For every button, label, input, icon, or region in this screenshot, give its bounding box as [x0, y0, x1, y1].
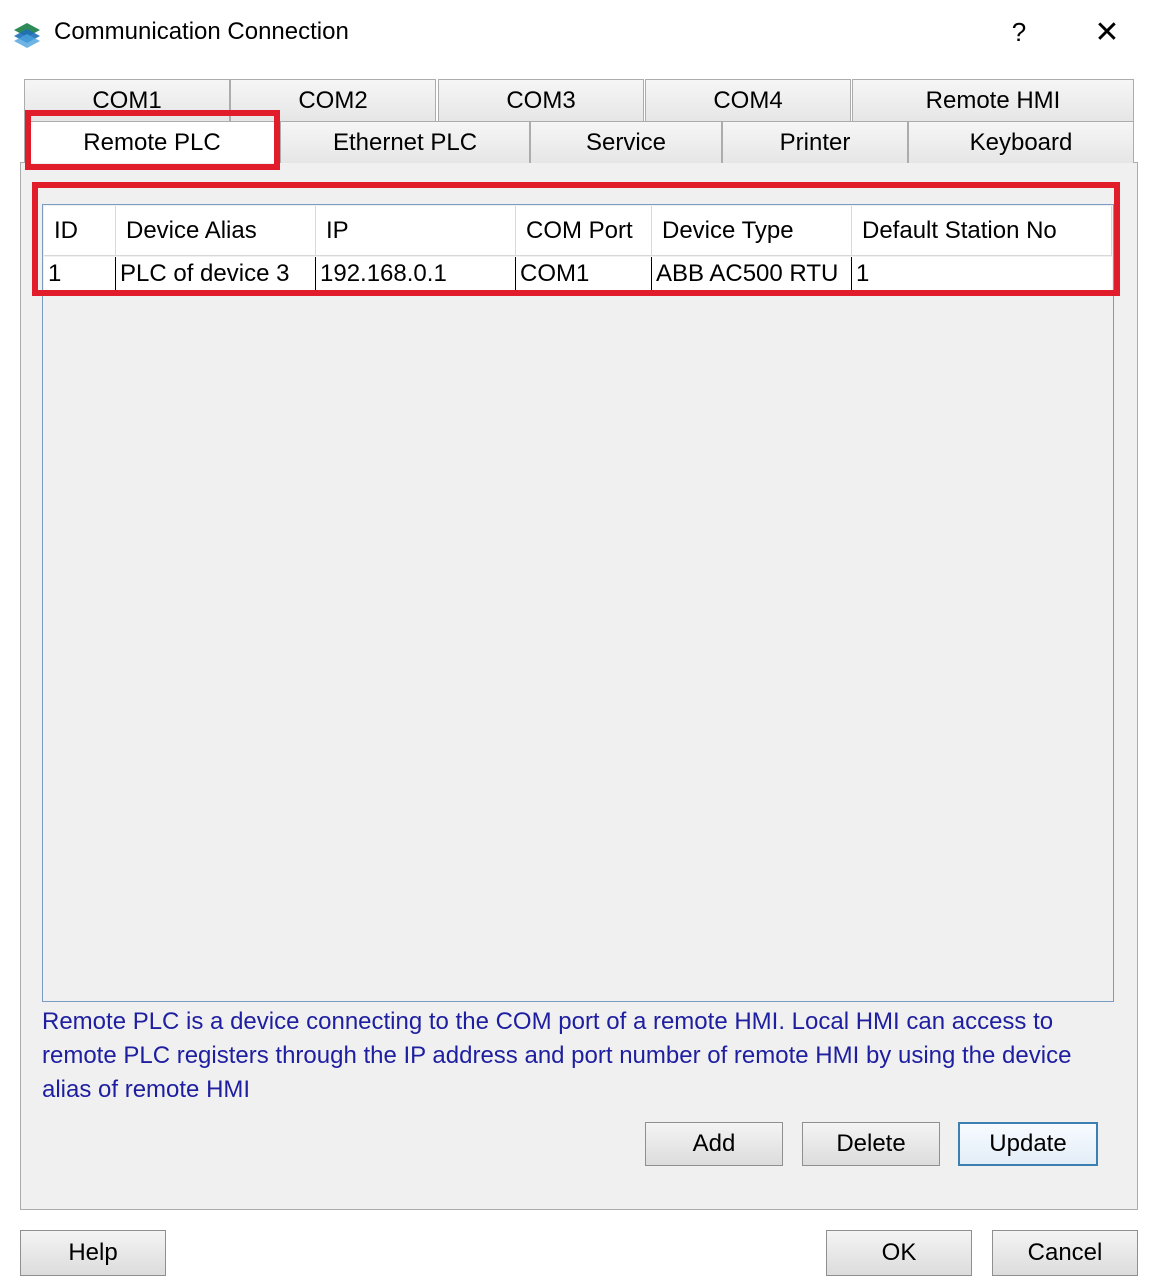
info-description: Remote PLC is a device connecting to the… [42, 1008, 1072, 1103]
tab-com4[interactable]: COM4 [645, 79, 851, 121]
window-title: Communication Connection [54, 18, 349, 45]
tab-com3[interactable]: COM3 [438, 79, 644, 121]
close-button[interactable]: ✕ [1090, 16, 1124, 50]
highlight-remote-plc-tab [25, 110, 280, 170]
ok-button[interactable]: OK [826, 1230, 972, 1276]
tab-service[interactable]: Service [530, 121, 722, 163]
tab-printer[interactable]: Printer [722, 121, 908, 163]
add-button[interactable]: Add [645, 1122, 783, 1166]
highlight-table-row [32, 182, 1120, 296]
delete-button[interactable]: Delete [802, 1122, 940, 1166]
device-table [42, 204, 1114, 1002]
app-logo-icon [12, 20, 42, 48]
update-button[interactable]: Update [958, 1122, 1098, 1166]
tab-ethernet-plc[interactable]: Ethernet PLC [280, 121, 530, 163]
tab-keyboard[interactable]: Keyboard [908, 121, 1134, 163]
help-question-button[interactable]: ? [1004, 16, 1034, 48]
tab-remote-hmi[interactable]: Remote HMI [852, 79, 1134, 121]
help-button[interactable]: Help [20, 1230, 166, 1276]
cancel-button[interactable]: Cancel [992, 1230, 1138, 1276]
